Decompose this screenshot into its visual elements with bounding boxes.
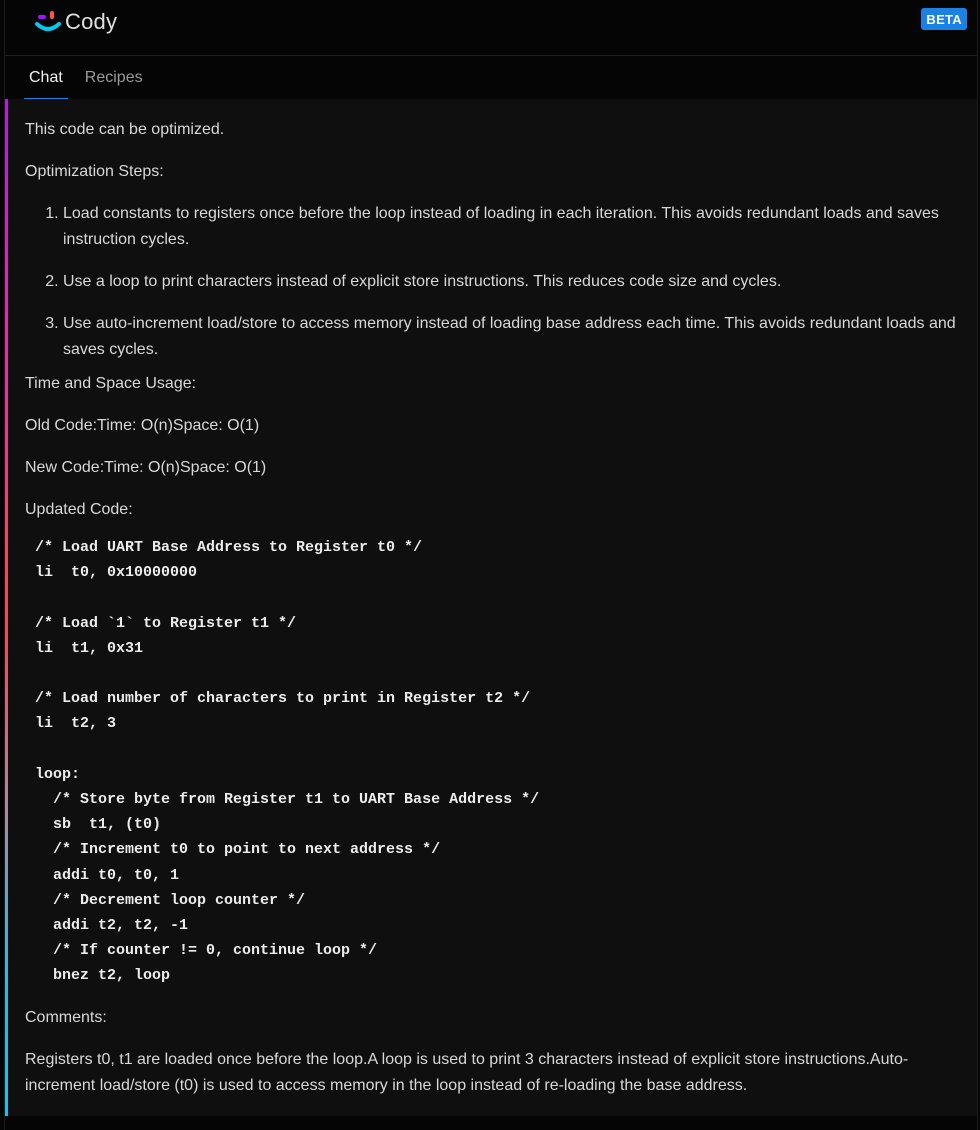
list-item: Load constants to registers once before … (63, 201, 967, 253)
bottom-edge (5, 1116, 977, 1130)
comments-text: Registers t0, t1 are loaded once before … (25, 1050, 909, 1094)
old-code-usage: Old Code:Time: O(n)Space: O(1) (25, 417, 260, 434)
optimization-steps-list: Load constants to registers once before … (25, 201, 967, 363)
beta-badge: BETA (921, 8, 967, 30)
new-code-usage: New Code:Time: O(n)Space: O(1) (25, 459, 267, 476)
header: Cody BETA (5, 0, 977, 56)
tab-chat[interactable]: Chat (24, 56, 68, 100)
cody-panel: Cody BETA Chat Recipes This code can be … (4, 0, 978, 1130)
list-item: Use auto-increment load/store to access … (63, 311, 967, 363)
message-intro: This code can be optimized. (25, 121, 225, 138)
tab-recipes[interactable]: Recipes (80, 56, 148, 99)
cody-smile-logo-icon (35, 11, 61, 31)
list-item: Use a loop to print characters instead o… (63, 269, 967, 295)
tab-bar: Chat Recipes (5, 56, 977, 100)
usage-heading: Time and Space Usage: (25, 375, 197, 392)
comments-heading: Comments: (25, 1008, 107, 1026)
logo: Cody (33, 9, 117, 35)
assistant-message: This code can be optimized. Optimization… (5, 99, 977, 1099)
chat-transcript[interactable]: This code can be optimized. Optimization… (5, 99, 977, 1116)
assistant-message-gradient-bar (5, 99, 8, 1116)
steps-heading: Optimization Steps: (25, 163, 164, 180)
updated-code-heading: Updated Code: (25, 501, 133, 518)
app-name: Cody (65, 9, 118, 34)
code-block[interactable]: /* Load UART Base Address to Register t0… (35, 535, 967, 989)
